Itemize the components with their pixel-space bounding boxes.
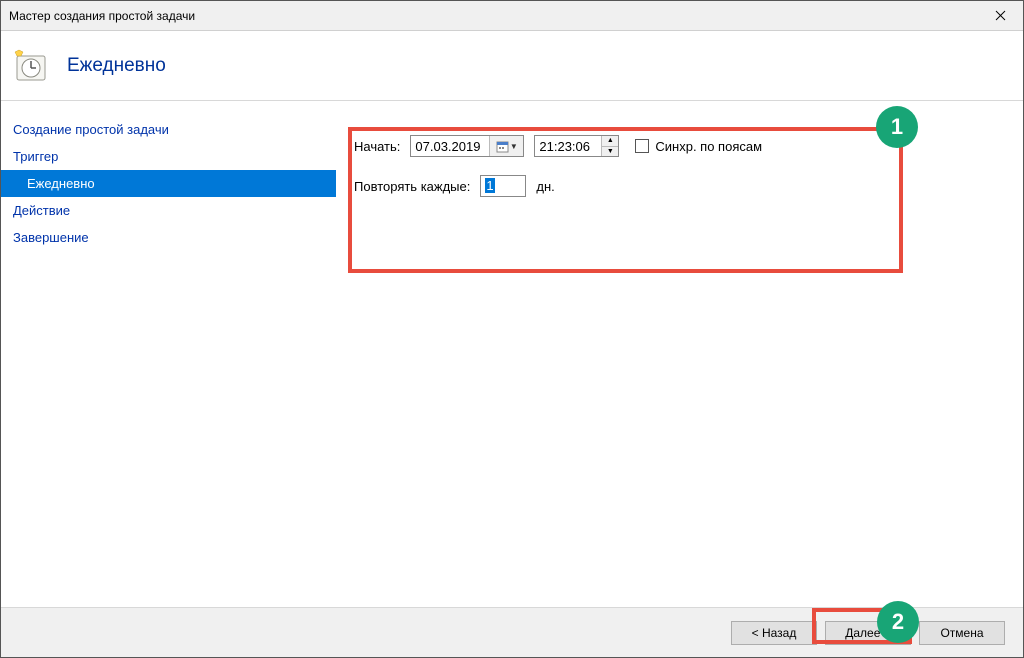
- wizard-steps-sidebar: Создание простой задачи Триггер Ежедневн…: [1, 101, 336, 607]
- sidebar-item-action[interactable]: Действие: [1, 197, 336, 224]
- close-button[interactable]: [978, 1, 1023, 31]
- sidebar-item-create-task[interactable]: Создание простой задачи: [1, 116, 336, 143]
- sidebar-item-trigger[interactable]: Триггер: [1, 143, 336, 170]
- annotation-badge-2: 2: [877, 601, 919, 643]
- sync-label: Синхр. по поясам: [655, 139, 762, 154]
- chevron-down-icon: ▼: [510, 142, 518, 151]
- date-dropdown-button[interactable]: ▼: [489, 136, 523, 156]
- titlebar: Мастер создания простой задачи: [1, 1, 1023, 31]
- sidebar-item-finish[interactable]: Завершение: [1, 224, 336, 251]
- cancel-button[interactable]: Отмена: [919, 621, 1005, 645]
- sidebar-item-daily[interactable]: Ежедневно: [1, 170, 336, 197]
- spinner-down-icon[interactable]: ▼: [602, 147, 618, 157]
- checkbox-box[interactable]: [635, 139, 649, 153]
- time-picker[interactable]: ▲ ▼: [534, 135, 619, 157]
- wizard-content: Начать: ▼: [336, 101, 1023, 607]
- annotation-badge-1: 1: [876, 106, 918, 148]
- page-title: Ежедневно: [67, 55, 166, 77]
- back-button[interactable]: < Назад: [731, 621, 817, 645]
- repeat-unit: дн.: [536, 179, 554, 194]
- calendar-icon: [496, 140, 509, 153]
- date-picker[interactable]: ▼: [410, 135, 524, 157]
- window-title: Мастер создания простой задачи: [9, 9, 978, 23]
- wizard-header: Ежедневно: [1, 31, 1023, 101]
- repeat-days-input[interactable]: 1: [480, 175, 526, 197]
- date-input[interactable]: [411, 136, 489, 156]
- sync-timezones-checkbox[interactable]: Синхр. по поясам: [635, 139, 762, 154]
- wizard-footer: < Назад Далее > Отмена: [1, 607, 1023, 657]
- time-spinner[interactable]: ▲ ▼: [601, 136, 618, 156]
- time-input[interactable]: [535, 136, 601, 156]
- start-label: Начать:: [354, 139, 400, 154]
- spinner-up-icon[interactable]: ▲: [602, 136, 618, 147]
- close-icon: [995, 10, 1006, 21]
- wizard-dialog: Мастер создания простой задачи Ежедневно…: [0, 0, 1024, 658]
- repeat-label: Повторять каждые:: [354, 179, 470, 194]
- scheduler-clock-icon: [13, 48, 49, 84]
- wizard-body: Создание простой задачи Триггер Ежедневн…: [1, 101, 1023, 607]
